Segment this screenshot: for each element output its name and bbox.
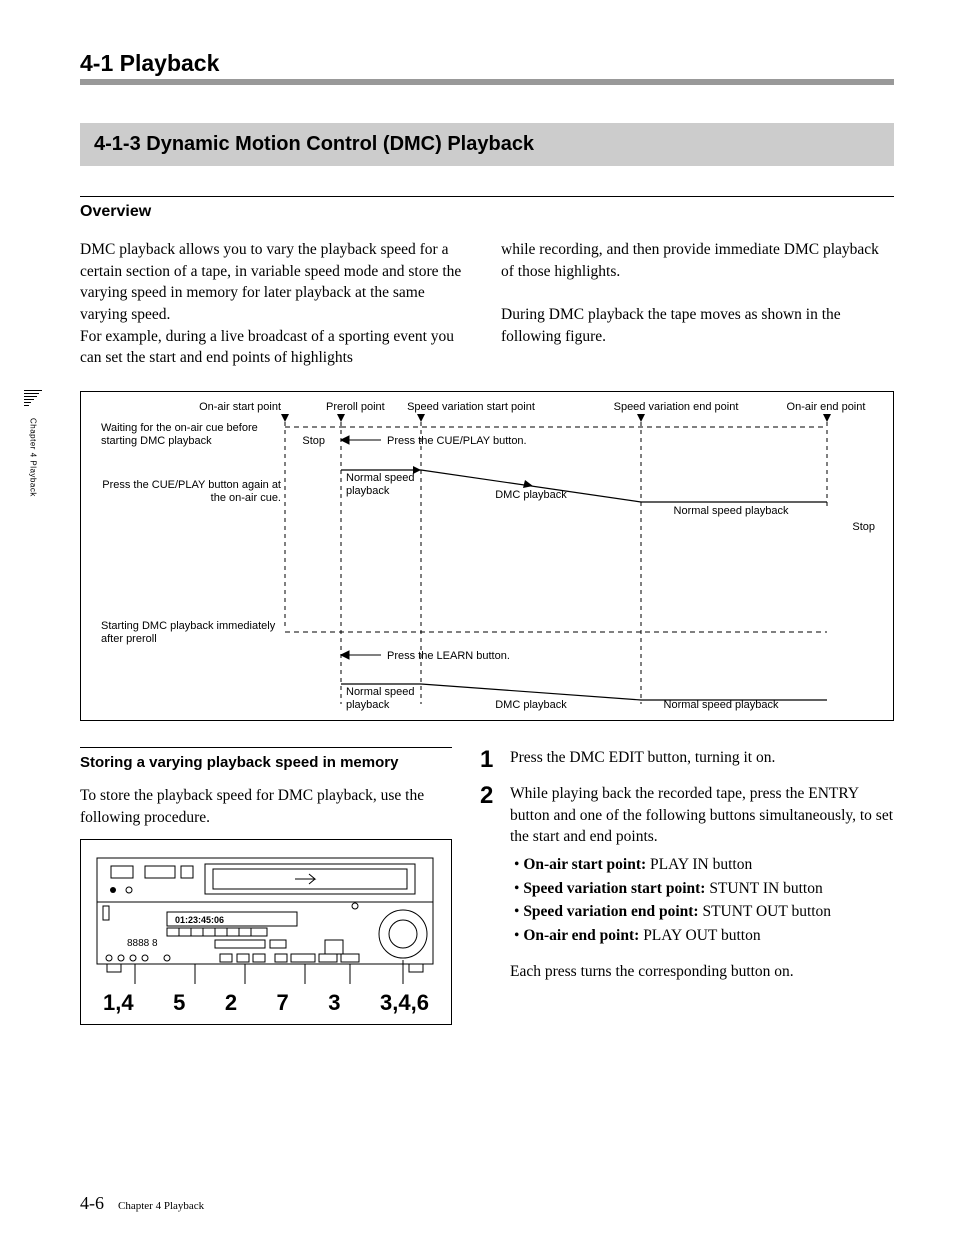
- page-number: 4-6: [80, 1193, 104, 1214]
- callout: 3: [328, 990, 340, 1016]
- fig-label: Normal speed playback: [674, 505, 789, 517]
- step-1-text: Press the DMC EDIT button, turning it on…: [510, 749, 775, 766]
- callout: 3,4,6: [380, 990, 429, 1016]
- device-illustration: 01:23:45:06 8888 8: [80, 839, 452, 1025]
- section-title-bar: 4-1-3 Dynamic Motion Control (DMC) Playb…: [80, 123, 894, 166]
- step-2-after: Each press turns the corresponding butto…: [510, 961, 894, 983]
- fig-label: Press the CUE/PLAY button.: [387, 435, 527, 447]
- bullet: • Speed variation start point: STUNT IN …: [514, 878, 894, 900]
- svg-text:8888 8: 8888 8: [127, 938, 158, 949]
- overview-col2: while recording, and then provide immedi…: [501, 239, 894, 369]
- fig-label: Preroll point: [326, 401, 385, 413]
- side-chapter-label: Chapter 4 Playback: [29, 418, 38, 497]
- storing-heading: Storing a varying playback speed in memo…: [80, 747, 452, 771]
- storing-intro: To store the playback speed for DMC play…: [80, 785, 452, 828]
- fig-label: Stop: [852, 521, 875, 533]
- callout: 7: [277, 990, 289, 1016]
- timecode-display: 01:23:45:06: [175, 915, 224, 925]
- footer-chapter: Chapter 4 Playback: [118, 1200, 204, 1212]
- fig-label: On-air start point: [199, 401, 281, 413]
- vcr-device-icon: 01:23:45:06 8888 8: [95, 856, 435, 986]
- fig-label: DMC playback: [495, 489, 567, 501]
- step-2: While playing back the recorded tape, pr…: [480, 783, 894, 983]
- side-tab: Chapter 4 Playback: [24, 390, 42, 497]
- callout: 1,4: [103, 990, 134, 1016]
- step-1: Press the DMC EDIT button, turning it on…: [480, 747, 894, 769]
- fig-label: Stop: [302, 435, 325, 447]
- bullet: • On-air start point: PLAY IN button: [514, 854, 894, 876]
- fig-label: Starting DMC playback immediately after …: [101, 620, 281, 646]
- dmc-figure: On-air start point Preroll point Speed v…: [80, 391, 894, 721]
- page-header: 4-1 Playback: [80, 50, 894, 77]
- step-2-text: While playing back the recorded tape, pr…: [510, 785, 893, 845]
- device-callouts: 1,4 5 2 7 3 3,4,6: [95, 990, 437, 1016]
- bullet: • On-air end point: PLAY OUT button: [514, 925, 894, 947]
- bullet: • Speed variation end point: STUNT OUT b…: [514, 901, 894, 923]
- overview-heading: Overview: [80, 196, 894, 221]
- header-divider: [80, 79, 894, 85]
- fig-label: Press the LEARN button.: [387, 650, 510, 662]
- fig-label: DMC playback: [495, 699, 567, 711]
- fig-label: Waiting for the on-air cue before starti…: [101, 422, 271, 448]
- fig-label: Press the CUE/PLAY button again at the o…: [101, 479, 281, 505]
- fig-label: Speed variation end point: [614, 401, 739, 413]
- overview-text: DMC playback allows you to vary the play…: [80, 239, 894, 369]
- fig-label: Normal speed playback: [346, 686, 426, 712]
- fig-label: Normal speed playback: [346, 472, 426, 498]
- fig-label: Normal speed playback: [664, 699, 779, 711]
- fig-label: Speed variation start point: [407, 401, 535, 413]
- callout: 5: [173, 990, 185, 1016]
- decorative-lines-icon: [24, 390, 42, 408]
- overview-col1: DMC playback allows you to vary the play…: [80, 239, 473, 369]
- page-footer: 4-6 Chapter 4 Playback: [80, 1193, 204, 1214]
- callout: 2: [225, 990, 237, 1016]
- fig-label: On-air end point: [787, 401, 866, 413]
- step-list: Press the DMC EDIT button, turning it on…: [480, 747, 894, 982]
